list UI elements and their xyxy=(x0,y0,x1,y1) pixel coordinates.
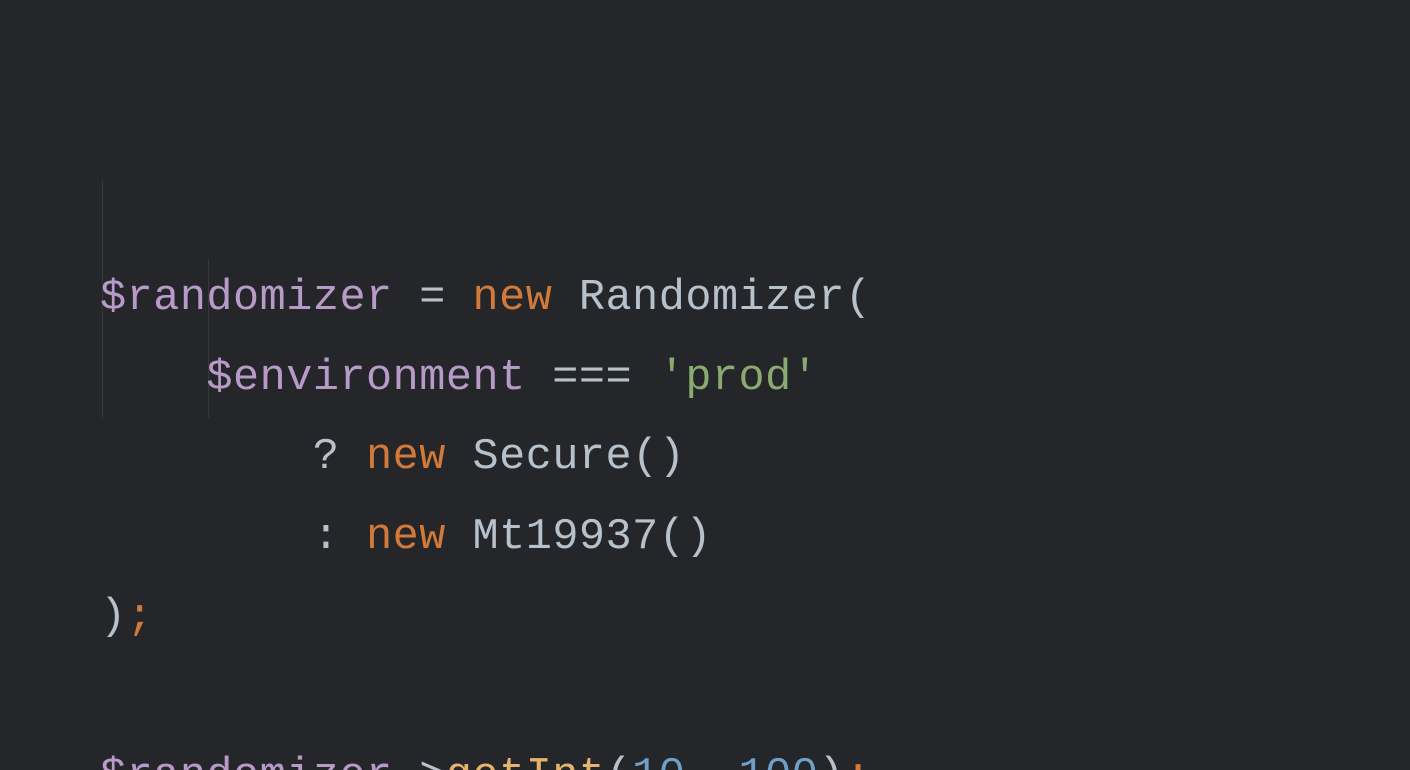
code-token xyxy=(446,513,473,562)
code-token: new xyxy=(366,513,446,562)
code-token: ) xyxy=(818,752,845,770)
code-token: $randomizer xyxy=(100,274,393,323)
code-token: new xyxy=(366,433,446,482)
code-token: Mt19937 xyxy=(473,513,659,562)
code-token: Randomizer xyxy=(579,274,845,323)
code-token: Secure xyxy=(473,433,633,482)
code-token: ) xyxy=(100,593,127,642)
indent xyxy=(100,513,313,562)
code-token: ; xyxy=(845,752,872,770)
code-token xyxy=(526,354,553,403)
code-token xyxy=(446,433,473,482)
code-token: $randomizer xyxy=(100,752,393,770)
code-token: 100 xyxy=(739,752,819,770)
code-token: -> xyxy=(393,752,446,770)
code-line: $environment === 'prod' xyxy=(100,339,1410,419)
code-token: , xyxy=(685,752,738,770)
code-line xyxy=(100,657,1410,737)
code-token: : xyxy=(313,513,340,562)
code-token xyxy=(552,274,579,323)
code-token: getInt xyxy=(446,752,606,770)
code-line: $randomizer = new Randomizer( xyxy=(100,259,1410,339)
code-token: 'prod' xyxy=(659,354,819,403)
code-token: new xyxy=(472,274,552,323)
indent xyxy=(100,354,206,403)
code-token: $environment xyxy=(206,354,525,403)
code-line: ); xyxy=(100,578,1410,658)
code-token: === xyxy=(552,354,632,403)
code-line: $randomizer->getInt(10, 100); xyxy=(100,737,1410,770)
code-token: 10 xyxy=(632,752,685,770)
code-token: () xyxy=(632,433,685,482)
code-token: ; xyxy=(127,593,154,642)
code-token xyxy=(339,433,366,482)
code-token: ? xyxy=(313,433,340,482)
indent xyxy=(100,433,313,482)
code-token: ( xyxy=(845,274,872,323)
code-line: : new Mt19937() xyxy=(100,498,1410,578)
code-token xyxy=(632,354,659,403)
code-block: $randomizer = new Randomizer( $environme… xyxy=(0,0,1410,770)
code-token: ( xyxy=(606,752,633,770)
code-line: ? new Secure() xyxy=(100,418,1410,498)
code-token: = xyxy=(393,274,473,323)
code-token xyxy=(339,513,366,562)
code-token: () xyxy=(659,513,712,562)
